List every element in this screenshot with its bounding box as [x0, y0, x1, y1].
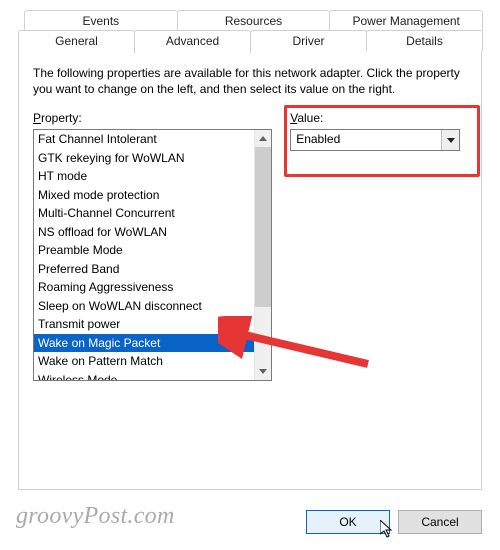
- list-item[interactable]: Multi-Channel Concurrent: [34, 204, 254, 223]
- tab-details[interactable]: Details: [366, 30, 483, 51]
- cancel-button[interactable]: Cancel: [398, 510, 482, 534]
- value-dropdown[interactable]: Enabled: [290, 129, 460, 151]
- list-item[interactable]: HT mode: [34, 167, 254, 186]
- tab-events[interactable]: Events: [24, 10, 178, 31]
- property-label: Property:: [33, 111, 272, 125]
- tab-advanced[interactable]: Advanced: [134, 30, 251, 53]
- list-item[interactable]: Mixed mode protection: [34, 186, 254, 205]
- value-label: Value:: [290, 111, 467, 125]
- tab-resources[interactable]: Resources: [177, 10, 331, 31]
- scroll-thumb[interactable]: [255, 147, 271, 307]
- watermark: groovyPost.com: [16, 503, 175, 530]
- tab-power-management[interactable]: Power Management: [329, 10, 483, 31]
- list-item[interactable]: Sleep on WoWLAN disconnect: [34, 297, 254, 316]
- list-item[interactable]: Roaming Aggressiveness: [34, 278, 254, 297]
- list-item[interactable]: Wake on Magic Packet: [34, 334, 254, 353]
- advanced-tab-panel: The following properties are available f…: [18, 50, 482, 490]
- list-item[interactable]: Preamble Mode: [34, 241, 254, 260]
- list-item[interactable]: Wake on Pattern Match: [34, 352, 254, 371]
- tab-general[interactable]: General: [18, 30, 135, 51]
- dialog-button-bar: OK Cancel: [306, 510, 482, 534]
- list-item[interactable]: NS offload for WoWLAN: [34, 223, 254, 242]
- panel-description: The following properties are available f…: [33, 65, 467, 97]
- list-item[interactable]: GTK rekeying for WoWLAN: [34, 149, 254, 168]
- value-dropdown-selected: Enabled: [291, 130, 441, 150]
- tab-driver[interactable]: Driver: [250, 30, 367, 51]
- list-item[interactable]: Fat Channel Intolerant: [34, 130, 254, 149]
- device-properties-dialog: EventsResourcesPower Management GeneralA…: [0, 0, 500, 550]
- ok-button[interactable]: OK: [306, 510, 390, 534]
- list-item[interactable]: Wireless Mode: [34, 371, 254, 381]
- scroll-up-button[interactable]: [255, 130, 271, 147]
- list-item[interactable]: Preferred Band: [34, 260, 254, 279]
- property-listbox[interactable]: Fat Channel IntolerantGTK rekeying for W…: [33, 129, 272, 381]
- tab-strip: EventsResourcesPower Management GeneralA…: [18, 10, 482, 51]
- list-item[interactable]: Transmit power: [34, 315, 254, 334]
- dropdown-button[interactable]: [441, 130, 459, 150]
- listbox-scrollbar[interactable]: [254, 130, 271, 380]
- scroll-down-button[interactable]: [255, 363, 271, 380]
